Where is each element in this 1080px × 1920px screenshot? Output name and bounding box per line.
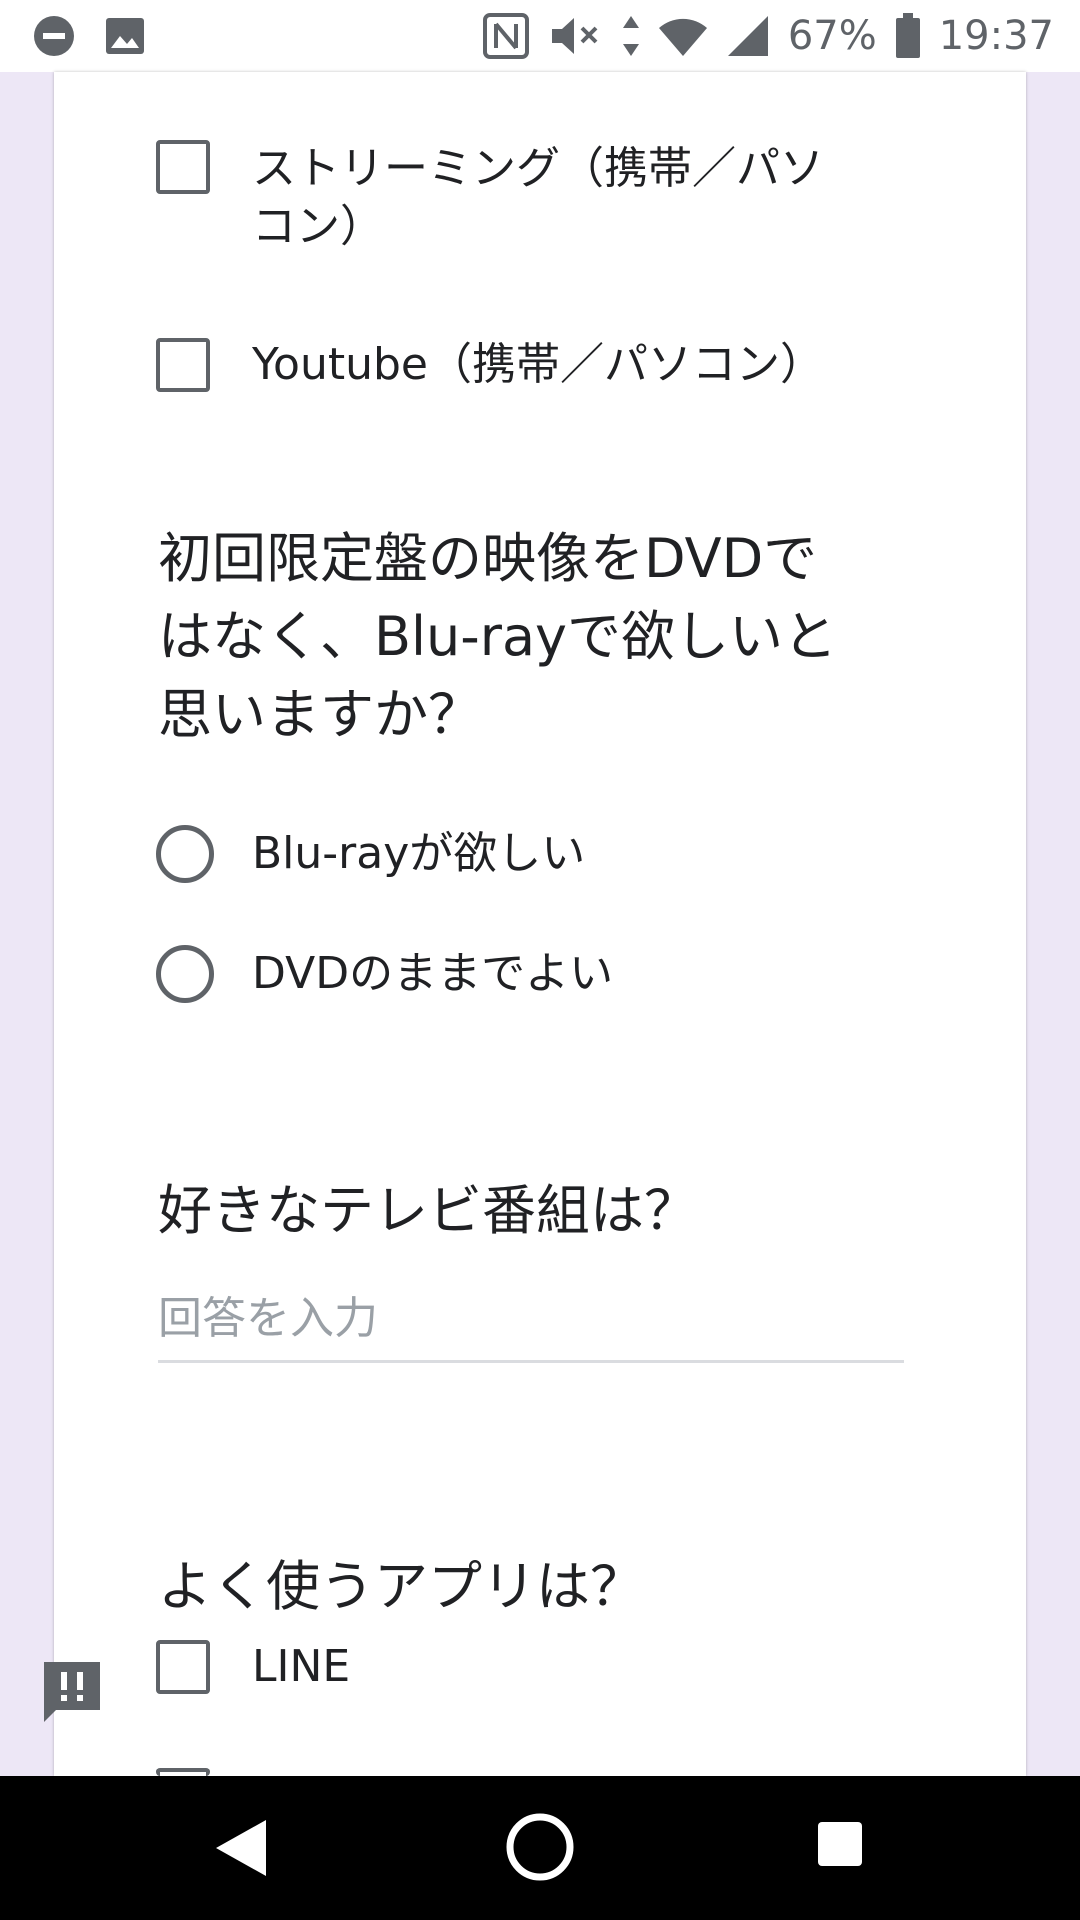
- image-icon: [104, 16, 146, 56]
- checkbox-streaming[interactable]: [156, 140, 210, 194]
- signal-icon: [726, 14, 770, 58]
- question-bluray-line1: 初回限定盤の映像をDVDで: [158, 527, 818, 590]
- question-bluray-line2: はなく、Blu-rayで欲しいと: [158, 605, 838, 668]
- back-icon[interactable]: [212, 1818, 268, 1882]
- form-card: ストリーミング（携帯／パソ コン） Youtube（携帯／パソコン） 初回限定盤…: [54, 72, 1026, 1776]
- option-streaming-line1: ストリーミング（携帯／パソ: [252, 143, 824, 194]
- option-line-label: LINE: [252, 1641, 351, 1692]
- wifi-icon: [658, 14, 708, 58]
- battery-percent: 67%: [787, 13, 877, 59]
- dnd-icon: [32, 14, 76, 58]
- mute-icon: [548, 14, 604, 58]
- option-streaming-label: ストリーミング（携帯／パソ コン）: [252, 140, 824, 256]
- checkbox-youtube[interactable]: [156, 338, 210, 392]
- question-tv-title: 好きなテレビ番組は？: [158, 1179, 698, 1242]
- clock: 19:37: [938, 13, 1054, 59]
- tv-answer-input[interactable]: 回答を入力: [158, 1284, 904, 1363]
- radio-dvd[interactable]: [156, 945, 214, 1003]
- navigation-bar: [0, 1776, 1080, 1920]
- option-streaming-line2: コン）: [252, 201, 384, 252]
- option-youtube-label: Youtube（携帯／パソコン）: [252, 339, 824, 390]
- checkbox-line[interactable]: [156, 1640, 210, 1694]
- radio-bluray[interactable]: [156, 825, 214, 883]
- data-arrows-icon: [622, 14, 640, 58]
- home-icon[interactable]: [505, 1812, 575, 1886]
- option-bluray-label: Blu-rayが欲しい: [252, 828, 586, 879]
- question-apps-title: よく使うアプリは？: [158, 1555, 644, 1618]
- battery-icon: [895, 13, 921, 59]
- status-bar: 67% 19:37: [0, 0, 1080, 72]
- option-dvd-label: DVDのままでよい: [252, 948, 614, 999]
- nfc-icon: [482, 12, 530, 60]
- recents-icon[interactable]: [816, 1820, 864, 1872]
- question-bluray-title: 初回限定盤の映像をDVDで はなく、Blu-rayで欲しいと 思いますか？: [158, 520, 837, 754]
- checkbox-next-partial[interactable]: [156, 1768, 210, 1776]
- report-feedback-icon[interactable]: [40, 1658, 104, 1724]
- question-bluray-line3: 思いますか？: [158, 683, 482, 746]
